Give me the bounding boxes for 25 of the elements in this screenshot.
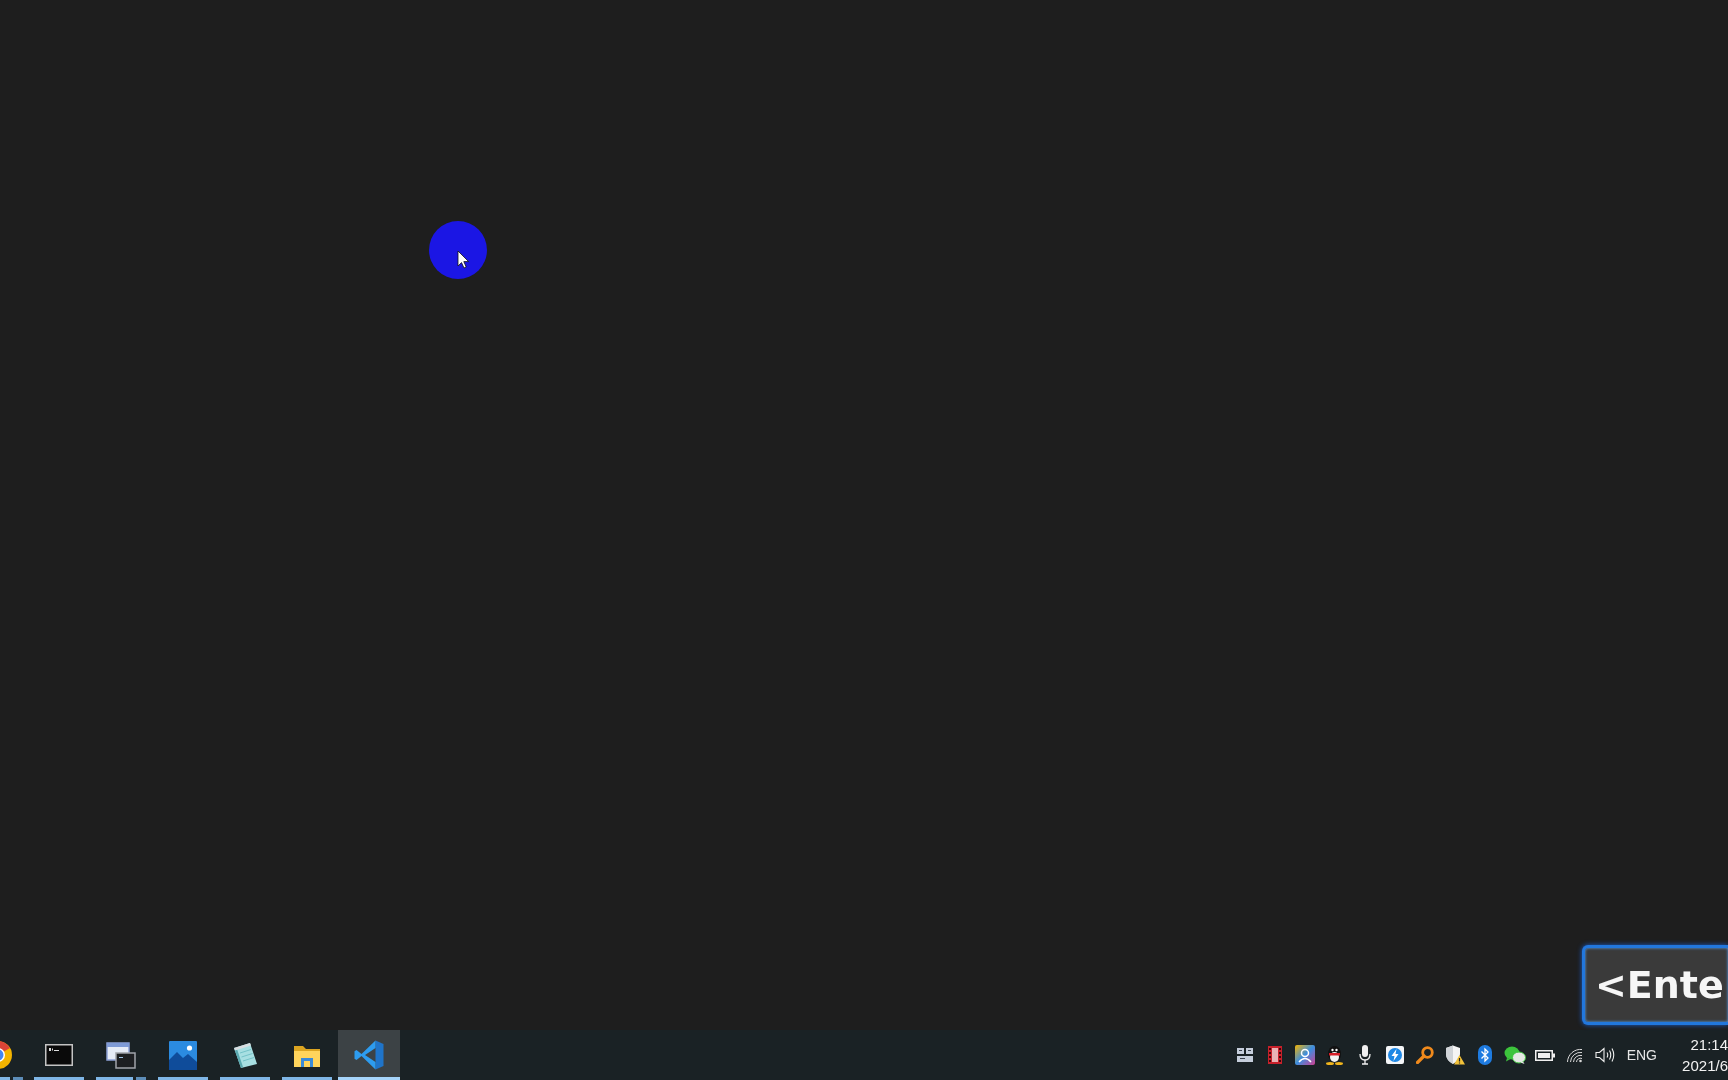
lightning-bolt-icon[interactable] (1385, 1046, 1404, 1064)
clock-time: 21:14 (1690, 1035, 1728, 1055)
taskbar-app-button[interactable] (338, 1030, 400, 1080)
keyboard-icon[interactable] (1235, 1047, 1254, 1063)
cursor-highlight-icon (429, 221, 487, 279)
bluetooth-icon[interactable] (1477, 1045, 1492, 1065)
terminal-icon (45, 1044, 73, 1066)
photos-icon (169, 1040, 197, 1070)
volume-icon[interactable] (1594, 1047, 1615, 1063)
notepad-icon (231, 1041, 259, 1069)
wifi-icon[interactable] (1566, 1047, 1584, 1063)
language-indicator[interactable]: ENG (1619, 1047, 1664, 1063)
code-editor-icon (353, 1040, 385, 1070)
magnifier-icon[interactable] (1415, 1046, 1434, 1064)
penguin-icon[interactable] (1325, 1045, 1345, 1065)
clock-date: 2021/6 (1682, 1056, 1728, 1076)
chat-bubbles-icon[interactable] (1503, 1046, 1526, 1064)
contact-card-icon[interactable] (1294, 1045, 1315, 1065)
film-strip-icon[interactable] (1267, 1046, 1282, 1064)
keystroke-text: <Ente (1595, 966, 1724, 1004)
stacked-windows-icon (106, 1041, 136, 1069)
battery-icon[interactable] (1534, 1049, 1555, 1061)
microphone-icon[interactable] (1358, 1045, 1371, 1065)
shield-warning-icon[interactable] (1444, 1045, 1465, 1065)
browser-icon (0, 1041, 12, 1069)
